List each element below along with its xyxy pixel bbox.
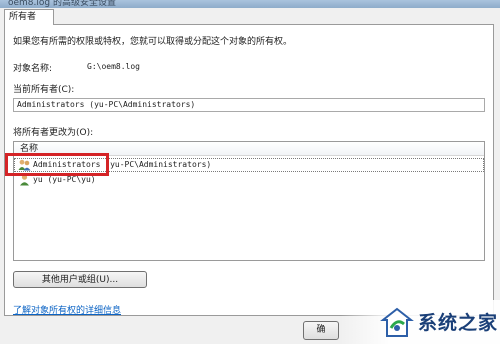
current-owner-field: Administrators (yu-PC\Administrators) xyxy=(13,98,485,112)
watermark-text: 系统之家 xyxy=(418,312,499,334)
title-bar: oem8.log 的高级安全设置 xyxy=(0,0,500,8)
ownership-help-link[interactable]: 了解对象所有权的详细信息 xyxy=(13,303,121,316)
current-owner-label: 当前所有者(C): xyxy=(13,85,75,95)
ok-button[interactable]: 确 xyxy=(303,321,339,340)
other-users-button[interactable]: 其他用户或组(U)... xyxy=(13,271,147,288)
object-name-label: 对象名称: xyxy=(13,64,53,74)
intro-text: 如果您有所需的权限或特权，您就可以取得或分配这个对象的所有权。 xyxy=(13,37,293,47)
tab-owner[interactable]: 所有者 xyxy=(4,9,54,25)
highlight-annotation xyxy=(5,153,109,176)
system-home-logo-icon xyxy=(380,307,414,337)
dialog: 所有者 如果您有所需的权限或特权，您就可以取得或分配这个对象的所有权。 对象名称… xyxy=(0,8,500,344)
watermark: 系统之家 xyxy=(340,300,500,344)
change-owner-label: 将所有者更改为(O): xyxy=(13,128,94,138)
window-title: oem8.log 的高级安全设置 xyxy=(8,0,116,8)
object-name-value: G:\oem8.log xyxy=(87,62,140,71)
